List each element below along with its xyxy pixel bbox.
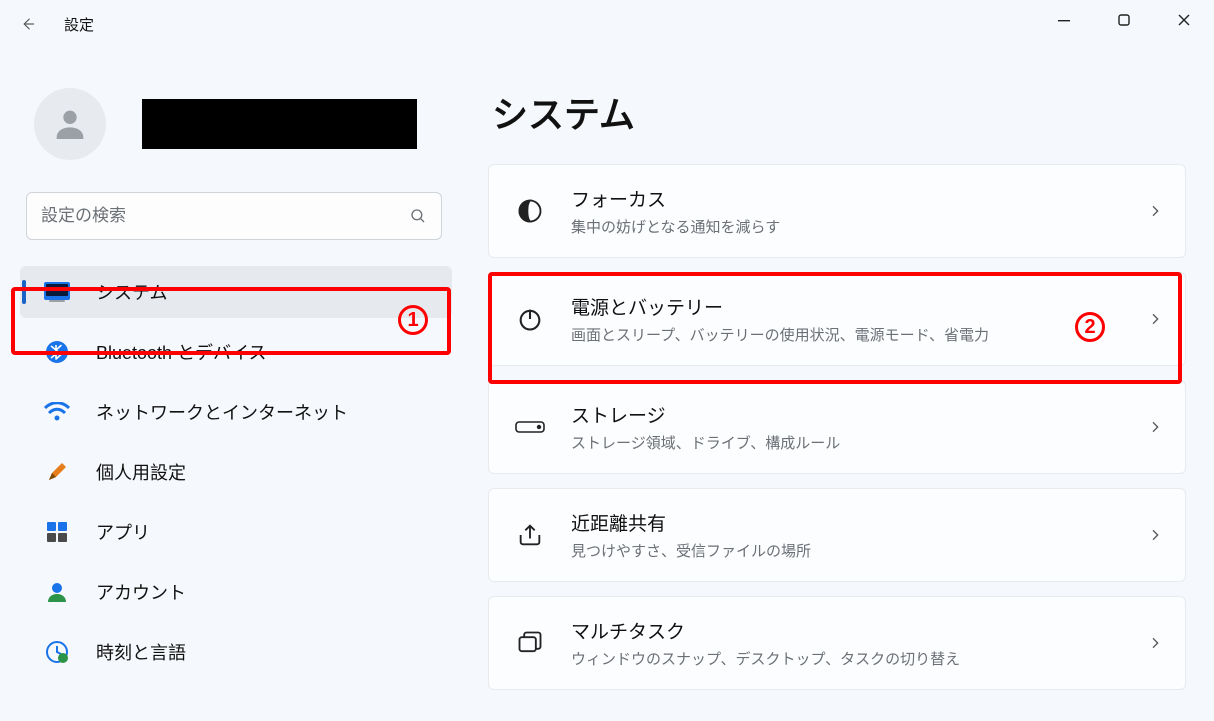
power-icon xyxy=(515,304,545,334)
app-title: 設定 xyxy=(64,14,94,35)
sidebar-item-label: システム xyxy=(96,279,167,305)
card-subtitle: ウィンドウのスナップ、デスクトップ、タスクの切り替え xyxy=(571,648,1147,669)
title-bar: 設定 xyxy=(0,0,1214,48)
chevron-right-icon xyxy=(1147,203,1163,219)
card-multitasking[interactable]: マルチタスク ウィンドウのスナップ、デスクトップ、タスクの切り替え xyxy=(488,596,1186,690)
multitask-icon xyxy=(515,628,545,658)
card-title: マルチタスク xyxy=(571,617,1147,644)
chevron-right-icon xyxy=(1147,635,1163,651)
system-icon xyxy=(44,279,70,305)
card-power-battery[interactable]: 電源とバッテリー 画面とスリープ、バッテリーの使用状況、電源モード、省電力 xyxy=(488,272,1186,366)
avatar[interactable] xyxy=(34,88,106,160)
share-icon xyxy=(515,520,545,550)
main-content: システム フォーカス 集中の妨げとなる通知を減らす 電源とバッテリー 画面とスリ… xyxy=(470,48,1214,721)
sidebar-item-label: アプリ xyxy=(96,519,150,545)
card-subtitle: 集中の妨げとなる通知を減らす xyxy=(571,216,1147,237)
close-button[interactable] xyxy=(1154,0,1214,40)
sidebar-item-label: 時刻と言語 xyxy=(96,639,186,665)
sidebar-item-label: 個人用設定 xyxy=(96,459,186,485)
sidebar-item-bluetooth[interactable]: Bluetooth とデバイス xyxy=(20,326,452,378)
chevron-right-icon xyxy=(1147,527,1163,543)
sidebar-item-network[interactable]: ネットワークとインターネット xyxy=(20,386,452,438)
sidebar: システム Bluetooth とデバイス ネットワークとインターネット 個人用設… xyxy=(0,48,470,721)
card-text: 電源とバッテリー 画面とスリープ、バッテリーの使用状況、電源モード、省電力 xyxy=(571,293,1147,345)
card-focus[interactable]: フォーカス 集中の妨げとなる通知を減らす xyxy=(488,164,1186,258)
search-icon xyxy=(409,207,427,225)
sidebar-item-label: Bluetooth とデバイス xyxy=(96,339,267,365)
window-controls xyxy=(1034,0,1214,40)
card-text: 近距離共有 見つけやすさ、受信ファイルの場所 xyxy=(571,509,1147,561)
card-subtitle: ストレージ領域、ドライブ、構成ルール xyxy=(571,432,1147,453)
paintbrush-icon xyxy=(44,459,70,485)
clock-globe-icon xyxy=(44,639,70,665)
apps-icon xyxy=(44,519,70,545)
nav-list: システム Bluetooth とデバイス ネットワークとインターネット 個人用設… xyxy=(20,266,452,678)
card-title: 電源とバッテリー xyxy=(571,293,1147,320)
sidebar-item-system[interactable]: システム xyxy=(20,266,452,318)
maximize-button[interactable] xyxy=(1094,0,1154,40)
sidebar-item-time-language[interactable]: 時刻と言語 xyxy=(20,626,452,678)
minimize-button[interactable] xyxy=(1034,0,1094,40)
card-title: ストレージ xyxy=(571,401,1147,428)
page-title: システム xyxy=(492,86,1186,138)
search-box[interactable] xyxy=(26,192,442,240)
card-title: フォーカス xyxy=(571,185,1147,212)
card-text: ストレージ ストレージ領域、ドライブ、構成ルール xyxy=(571,401,1147,453)
sidebar-item-apps[interactable]: アプリ xyxy=(20,506,452,558)
sidebar-item-label: ネットワークとインターネット xyxy=(96,399,348,425)
account-icon xyxy=(44,579,70,605)
focus-icon xyxy=(515,196,545,226)
bluetooth-icon xyxy=(44,339,70,365)
chevron-right-icon xyxy=(1147,419,1163,435)
card-text: マルチタスク ウィンドウのスナップ、デスクトップ、タスクの切り替え xyxy=(571,617,1147,669)
chevron-right-icon xyxy=(1147,311,1163,327)
card-nearby-sharing[interactable]: 近距離共有 見つけやすさ、受信ファイルの場所 xyxy=(488,488,1186,582)
card-subtitle: 見つけやすさ、受信ファイルの場所 xyxy=(571,540,1147,561)
back-button[interactable] xyxy=(10,6,46,42)
card-text: フォーカス 集中の妨げとなる通知を減らす xyxy=(571,185,1147,237)
wifi-icon xyxy=(44,399,70,425)
sidebar-item-label: アカウント xyxy=(96,579,186,605)
sidebar-item-accounts[interactable]: アカウント xyxy=(20,566,452,618)
storage-icon xyxy=(515,412,545,442)
user-header xyxy=(34,88,452,160)
sidebar-item-personalization[interactable]: 個人用設定 xyxy=(20,446,452,498)
search-input[interactable] xyxy=(41,206,409,226)
card-title: 近距離共有 xyxy=(571,509,1147,536)
card-storage[interactable]: ストレージ ストレージ領域、ドライブ、構成ルール xyxy=(488,380,1186,474)
card-subtitle: 画面とスリープ、バッテリーの使用状況、電源モード、省電力 xyxy=(571,324,1147,345)
user-info-redacted xyxy=(142,99,417,149)
